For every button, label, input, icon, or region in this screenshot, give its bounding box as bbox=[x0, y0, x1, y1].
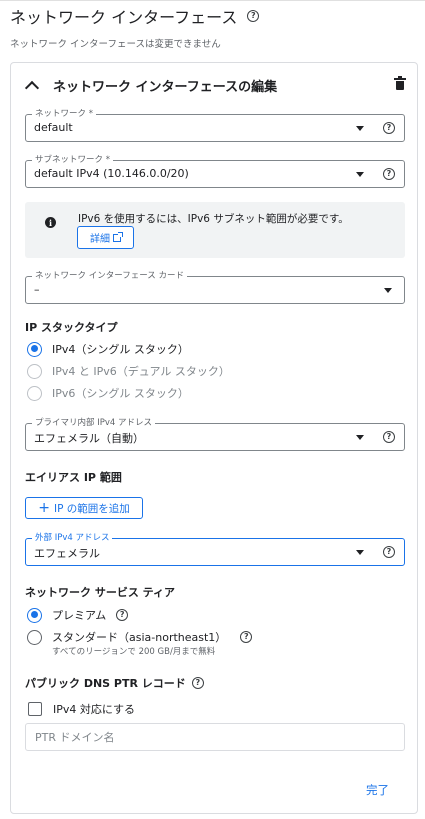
network-value: default bbox=[34, 121, 73, 134]
radio-label: スタンダード（asia-northeast1） bbox=[52, 631, 227, 644]
dropdown-caret-icon[interactable] bbox=[384, 288, 392, 293]
radio-button bbox=[27, 385, 42, 401]
external-ipv4-value: エフェメラル bbox=[34, 547, 100, 560]
help-circle-icon[interactable]: ? bbox=[191, 677, 204, 689]
network-label: ネットワーク * bbox=[32, 108, 96, 120]
help-circle-icon[interactable]: ? bbox=[383, 431, 395, 443]
primary-internal-ipv4-value: エフェメラル（自動） bbox=[34, 432, 144, 445]
radio-label: IPv4（シングル スタック） bbox=[52, 343, 189, 356]
radio-ipv6-single: IPv6（シングル スタック） bbox=[27, 384, 189, 402]
help-circle-icon[interactable]: ? bbox=[247, 10, 260, 22]
radio-dual-stack: IPv4 と IPv6（デュアル スタック） bbox=[27, 362, 230, 380]
nic-card-select[interactable]: ネットワーク インターフェース カード – bbox=[25, 270, 405, 304]
page-subtitle: ネットワーク インターフェースは変更できません bbox=[10, 39, 221, 50]
help-circle-icon[interactable]: ? bbox=[116, 609, 129, 621]
service-tier-label: ネットワーク サービス ティア bbox=[25, 586, 175, 599]
help-circle-icon[interactable]: ? bbox=[383, 168, 395, 180]
add-ip-range-label: IP の範囲を追加 bbox=[53, 502, 130, 515]
enable-ipv4-checkbox-row[interactable]: IPv4 対応にする bbox=[28, 701, 135, 717]
dns-ptr-label: パブリック DNS PTR レコード ? bbox=[25, 675, 204, 691]
subnetwork-value: default IPv4 (10.146.0.0/20) bbox=[34, 167, 189, 180]
done-button[interactable]: 完了 bbox=[366, 782, 389, 798]
info-text: IPv6 を使用するには、IPv6 サブネット範囲が必要です。 bbox=[78, 213, 349, 225]
radio-premium[interactable]: プレミアム ? bbox=[27, 606, 129, 624]
primary-internal-ipv4-select[interactable]: プライマリ内部 IPv4 アドレス エフェメラル（自動） ? bbox=[25, 417, 405, 451]
radio-standard[interactable]: スタンダード（asia-northeast1） ? bbox=[27, 628, 253, 646]
radio-button[interactable] bbox=[27, 607, 42, 623]
help-circle-icon[interactable]: ? bbox=[383, 546, 395, 558]
network-select[interactable]: ネットワーク * default ? bbox=[25, 108, 405, 142]
radio-label: IPv6（シングル スタック） bbox=[52, 387, 189, 400]
enable-ipv4-label: IPv4 対応にする bbox=[53, 703, 135, 716]
dropdown-caret-icon[interactable] bbox=[356, 435, 364, 440]
radio-ipv4-single[interactable]: IPv4（シングル スタック） bbox=[27, 340, 189, 358]
ip-stack-label: IP スタックタイプ bbox=[25, 321, 118, 334]
add-ip-range-button[interactable]: + IP の範囲を追加 bbox=[25, 497, 143, 519]
page-title-text: ネットワーク インターフェース bbox=[10, 8, 238, 27]
nic-card-value: – bbox=[34, 283, 40, 296]
card-header: ネットワーク インターフェースの編集 bbox=[24, 75, 406, 95]
external-ipv4-label: 外部 IPv4 アドレス bbox=[32, 532, 113, 544]
dropdown-caret-icon[interactable] bbox=[356, 550, 364, 555]
plus-icon: + bbox=[38, 500, 50, 516]
dropdown-caret-icon[interactable] bbox=[356, 126, 364, 131]
primary-internal-ipv4-label: プライマリ内部 IPv4 アドレス bbox=[32, 417, 155, 429]
ipv6-info-box: i IPv6 を使用するには、IPv6 サブネット範囲が必要です。 詳細 bbox=[25, 202, 405, 258]
radio-button[interactable] bbox=[27, 629, 42, 645]
open-in-new-icon bbox=[113, 231, 123, 242]
radio-button bbox=[27, 363, 42, 379]
radio-button[interactable] bbox=[27, 341, 42, 357]
top-divider bbox=[0, 0, 425, 1]
details-button-label: 詳細 bbox=[90, 234, 110, 245]
dns-ptr-label-text: パブリック DNS PTR レコード bbox=[25, 677, 186, 690]
ptr-domain-input[interactable] bbox=[25, 723, 405, 751]
subnetwork-select[interactable]: サブネットワーク * default IPv4 (10.146.0.0/20) … bbox=[25, 154, 405, 188]
standard-tier-note: すべてのリージョンで 200 GB/月まで無料 bbox=[52, 647, 216, 657]
nic-card-label: ネットワーク インターフェース カード bbox=[32, 270, 187, 282]
radio-label: IPv4 と IPv6（デュアル スタック） bbox=[52, 365, 230, 378]
trash-icon[interactable] bbox=[394, 76, 406, 90]
dropdown-caret-icon[interactable] bbox=[356, 172, 364, 177]
external-ipv4-select[interactable]: 外部 IPv4 アドレス エフェメラル ? bbox=[25, 532, 405, 566]
chevron-up-icon[interactable] bbox=[24, 80, 40, 95]
help-circle-icon[interactable]: ? bbox=[383, 122, 395, 134]
card-title: ネットワーク インターフェースの編集 bbox=[53, 79, 278, 95]
edit-network-interface-card: ネットワーク インターフェースの編集 ネットワーク * default ? サブ… bbox=[10, 62, 418, 814]
alias-ip-label: エイリアス IP 範囲 bbox=[25, 471, 122, 484]
enable-ipv4-checkbox[interactable] bbox=[28, 702, 42, 716]
page-title: ネットワーク インターフェース ? bbox=[10, 4, 260, 28]
radio-label: プレミアム bbox=[52, 609, 107, 622]
help-circle-icon[interactable]: ? bbox=[240, 631, 253, 643]
details-button[interactable]: 詳細 bbox=[77, 226, 134, 249]
info-icon: i bbox=[45, 217, 56, 228]
subnetwork-label: サブネットワーク * bbox=[32, 154, 113, 166]
